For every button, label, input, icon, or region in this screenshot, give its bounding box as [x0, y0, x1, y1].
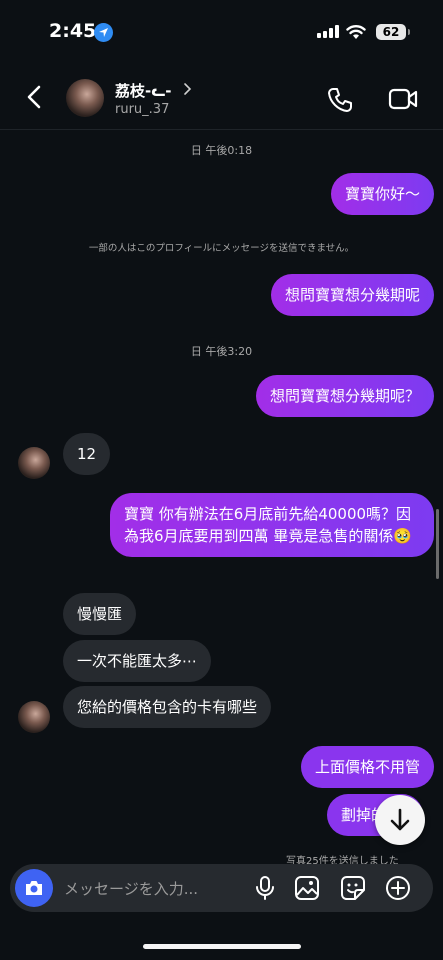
back-chevron-icon[interactable] [24, 84, 46, 110]
battery-indicator: 62 [376, 24, 410, 40]
cellular-signal-icon [317, 25, 339, 38]
system-notice: 一部の人はこのプロフィールにメッセージを送信できません。 [88, 243, 355, 254]
scrollbar[interactable] [436, 509, 439, 579]
chevron-right-icon[interactable] [183, 82, 192, 96]
phone-icon[interactable] [326, 86, 354, 114]
received-message[interactable]: 一次不能匯太多⋯ [63, 640, 212, 682]
message-composer: メッセージを入力... [10, 864, 433, 912]
sender-avatar[interactable] [18, 701, 50, 733]
contact-avatar[interactable] [66, 79, 104, 117]
scroll-to-bottom-button[interactable] [375, 795, 425, 845]
sender-avatar[interactable] [18, 447, 50, 479]
video-camera-icon[interactable] [388, 87, 418, 111]
status-time: 2:45 [49, 20, 97, 42]
timestamp: 日 午後0:18 [190, 144, 253, 157]
message-input[interactable]: メッセージを入力... [64, 878, 198, 899]
sent-message[interactable]: 上面價格不用管 [300, 746, 434, 788]
plus-circle-icon[interactable] [385, 875, 411, 901]
location-arrow-icon [94, 23, 113, 42]
wifi-icon [346, 25, 366, 39]
home-indicator[interactable] [143, 944, 301, 949]
sent-message[interactable]: 想問寶寶想分幾期呢？ [255, 375, 434, 417]
sticker-icon[interactable] [340, 875, 366, 901]
contact-username[interactable]: ruru_.37 [115, 102, 169, 117]
timestamp: 日 午後3:20 [190, 345, 253, 358]
received-message[interactable]: 12 [63, 433, 111, 475]
contact-name[interactable]: 荔枝-ᓚ- [115, 80, 171, 101]
received-message[interactable]: 慢慢匯 [63, 593, 137, 635]
arrow-down-icon [390, 808, 410, 831]
sent-message[interactable]: 寶寶 你有辦法在6月底前先給40000嗎？因為我6月底要用到四萬 畢竟是急售的關… [110, 493, 434, 557]
sent-message[interactable]: 寶寶你好〜 [330, 173, 434, 215]
chat-header: 荔枝-ᓚ- ruru_.37 [0, 62, 443, 130]
camera-button[interactable] [15, 869, 53, 907]
sent-message[interactable]: 想問寶寶想分幾期呢 [270, 274, 434, 316]
microphone-icon[interactable] [253, 875, 277, 901]
image-icon[interactable] [294, 875, 320, 901]
status-bar: 2:45 62 [0, 0, 443, 62]
camera-icon [26, 881, 42, 895]
received-message[interactable]: 您給的價格包含的卡有哪些 [63, 686, 272, 728]
